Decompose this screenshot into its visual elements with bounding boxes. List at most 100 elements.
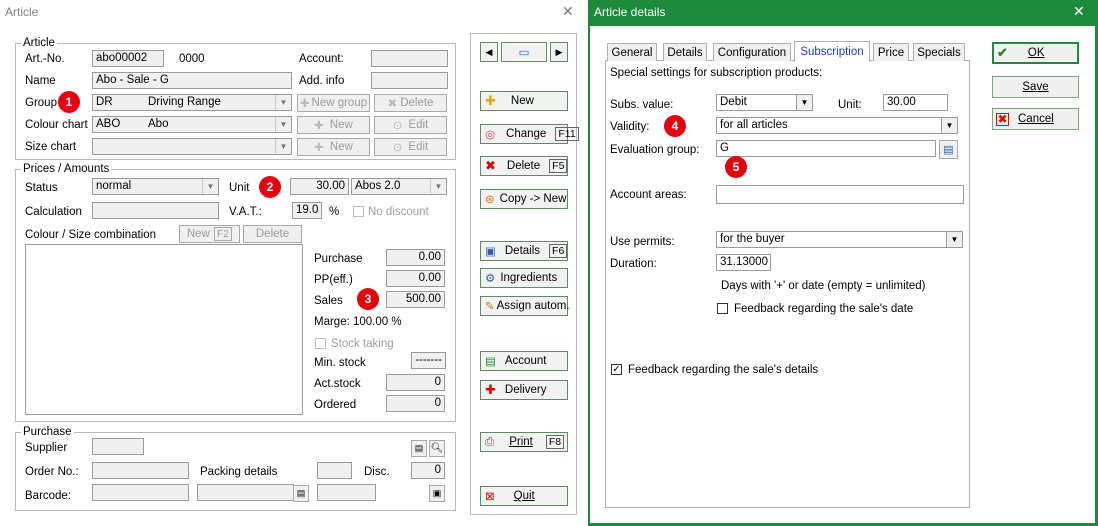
barcode-field[interactable]	[92, 484, 189, 501]
prev-record-button[interactable]: ◀	[480, 42, 498, 62]
colour-edit-button[interactable]: ⊙ Edit	[374, 116, 447, 134]
details-titlebar: Article details ✕	[588, 0, 1098, 24]
ordered-field[interactable]: 0	[386, 395, 445, 412]
evaluation-group-field[interactable]: G	[716, 140, 936, 157]
feedback-date-checkbox[interactable]	[717, 303, 728, 314]
stock-taking-checkbox[interactable]	[315, 338, 326, 349]
use-permits-select[interactable]: for the buyer ▼	[716, 231, 963, 248]
account-areas-label: Account areas:	[610, 189, 687, 201]
side-quit-button[interactable]: ⊠ Quit	[480, 486, 568, 506]
side-change-button[interactable]: ◎ Change F11	[480, 124, 579, 144]
new-group-button[interactable]: ✚ New group	[297, 94, 370, 112]
subs-value-label: Subs. value:	[610, 99, 674, 111]
validity-select[interactable]: for all articles ▼	[716, 117, 958, 134]
no-discount-checkbox[interactable]	[353, 206, 364, 217]
details-icon: ▣	[485, 246, 496, 258]
group-label: Group	[25, 97, 57, 109]
unit-value-field[interactable]: 30.00	[290, 178, 349, 195]
combo-new-button[interactable]: New F2	[179, 225, 240, 243]
colour-new-button[interactable]: ✚ New	[297, 116, 370, 134]
account-areas-field[interactable]	[716, 185, 964, 204]
colour-code: ABO	[96, 118, 121, 130]
unit-select[interactable]: Abos 2.0 ▼	[351, 178, 447, 195]
group-name: Driving Range	[148, 96, 221, 108]
barcode-field-2[interactable]	[197, 484, 294, 501]
order-no-field[interactable]	[92, 462, 189, 479]
side-delivery-button[interactable]: ✚ Delivery	[480, 380, 568, 400]
validity-label: Validity:	[610, 121, 650, 133]
supplier-list-button[interactable]: ▤	[411, 440, 427, 457]
delivery-icon: ✚	[485, 382, 496, 397]
chevron-down-icon: ▼	[941, 118, 957, 133]
delete-group-button[interactable]: ✖ Delete	[374, 94, 447, 112]
size-edit-button[interactable]: ⊙ Edit	[374, 138, 447, 156]
plus-icon: ✚	[299, 98, 310, 110]
side-account-button[interactable]: ▤ Account	[480, 351, 568, 371]
quit-icon: ⊠	[485, 491, 495, 503]
barcode-scan-icon[interactable]: ▣	[429, 485, 445, 502]
no-discount-label: No discount	[368, 206, 429, 218]
act-stock-label: Act.stock	[314, 378, 361, 390]
art-no-suffix: 0000	[179, 53, 205, 65]
annotation-badge-2: 2	[259, 176, 281, 198]
cancel-button[interactable]: ✖ Cancel	[992, 108, 1079, 130]
unit-label: Unit:	[838, 99, 862, 111]
subs-value-select[interactable]: Debit ▼	[716, 94, 813, 111]
vat-label: V.A.T.:	[229, 206, 262, 218]
side-assign-button[interactable]: ✎ Assign autom.	[480, 296, 570, 316]
tab-details[interactable]: Details	[663, 43, 707, 61]
tab-general[interactable]: General	[607, 43, 657, 61]
act-stock-field[interactable]: 0	[386, 374, 445, 391]
add-info-field[interactable]	[371, 72, 448, 89]
unit-field[interactable]: 30.00	[883, 94, 948, 111]
status-select[interactable]: normal ▼	[92, 178, 219, 195]
change-icon: ◎	[485, 129, 496, 141]
purchase-price-field[interactable]: 0.00	[386, 249, 445, 266]
account-icon: ▤	[485, 356, 496, 368]
tab-specials[interactable]: Specials	[913, 43, 965, 61]
colour-chart-select[interactable]: ABO Abo ▼	[92, 116, 292, 133]
unit-label: Unit	[229, 182, 250, 194]
group-select[interactable]: DR Driving Range ▼	[92, 94, 292, 111]
side-ingredients-button[interactable]: ⚙ Ingredients	[480, 268, 568, 288]
size-new-button[interactable]: ✚ New	[297, 138, 370, 156]
record-print-button[interactable]: ▭	[501, 42, 547, 62]
side-print-button[interactable]: ⎙ Print F8	[480, 432, 568, 452]
min-stock-field[interactable]: -------	[411, 352, 446, 369]
barcode-field-3[interactable]	[317, 484, 376, 501]
name-field[interactable]: Abo - Sale - G	[92, 72, 292, 89]
colour-size-list[interactable]	[25, 244, 303, 415]
side-new-button[interactable]: ✚ New	[480, 91, 568, 111]
art-no-field[interactable]: abo00002	[92, 50, 164, 67]
supplier-field[interactable]	[92, 438, 144, 455]
size-chart-select[interactable]: ▼	[92, 138, 292, 155]
vat-field[interactable]: 19.0	[292, 202, 322, 219]
close-icon[interactable]: ✕	[1073, 4, 1085, 18]
tab-price[interactable]: Price	[873, 43, 909, 61]
close-icon[interactable]: ✕	[562, 4, 574, 18]
chevron-down-icon: ▼	[946, 232, 962, 247]
sales-price-field[interactable]: 500.00	[386, 291, 445, 308]
side-delete-button[interactable]: ✖ Delete F5	[480, 156, 568, 176]
disc-field[interactable]: 0	[411, 462, 445, 479]
pp-eff-field[interactable]: 0.00	[386, 270, 445, 287]
duration-field[interactable]: 31.13000	[716, 254, 771, 271]
save-button[interactable]: Save	[992, 76, 1079, 98]
next-record-button[interactable]: ▶	[550, 42, 568, 62]
delete-x-icon: ✖	[387, 98, 398, 110]
side-copy-button[interactable]: ⊛ Copy -> New	[480, 189, 568, 209]
barcode-list-button[interactable]: ▤	[293, 485, 309, 502]
calculation-field[interactable]	[92, 202, 219, 219]
side-details-button[interactable]: ▣ Details F6	[480, 241, 568, 261]
feedback-details-checkbox[interactable]: ✓	[611, 364, 622, 375]
chevron-down-icon: ▼	[275, 95, 291, 110]
tab-configuration[interactable]: Configuration	[713, 43, 791, 61]
ok-button[interactable]: ✔ OK	[992, 42, 1079, 64]
evaluation-group-list-button[interactable]: ▤	[939, 140, 958, 159]
tab-subscription[interactable]: Subscription	[794, 41, 870, 62]
account-field[interactable]	[371, 50, 448, 67]
supplier-search-icon[interactable]: 🔍︎	[429, 440, 445, 457]
account-label: Account:	[299, 53, 344, 65]
packing-field[interactable]	[317, 462, 352, 479]
combo-delete-button[interactable]: Delete	[243, 225, 302, 243]
